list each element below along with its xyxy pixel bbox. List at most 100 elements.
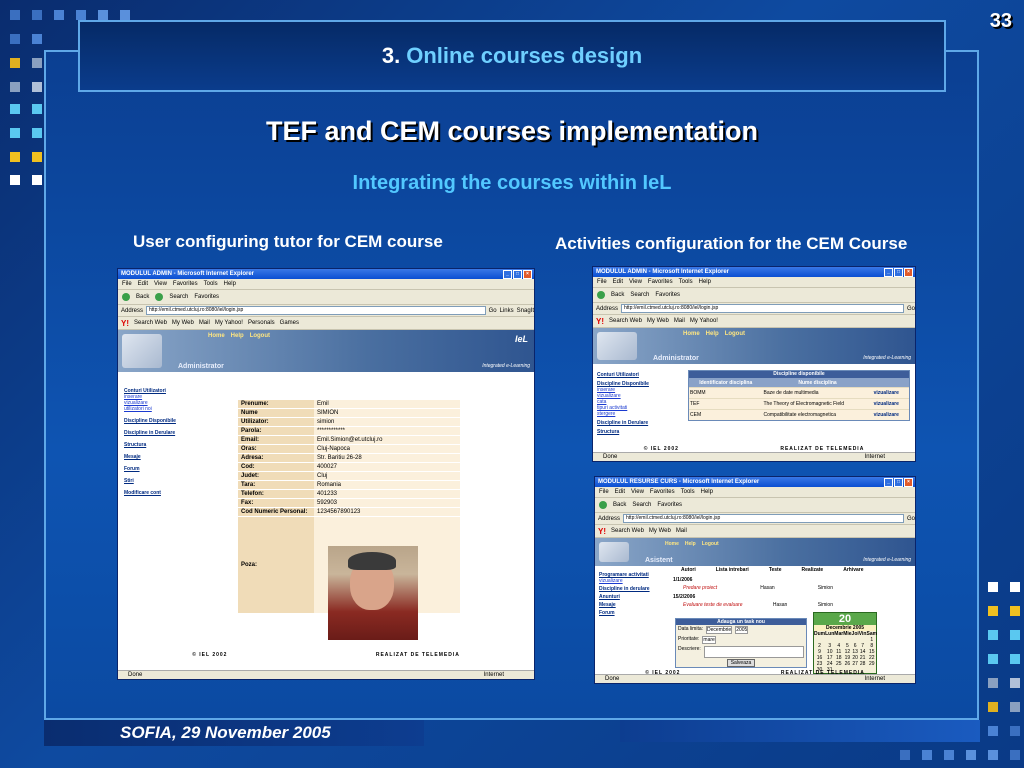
yahoo-icon[interactable]: Y! [596, 317, 604, 326]
yahoo-my-web[interactable]: My Web [649, 528, 671, 534]
activity-task[interactable]: Evaluare teste de evaluare [683, 602, 742, 608]
menu-view[interactable]: View [631, 489, 644, 495]
form-value[interactable]: Cluj-Napoca [314, 444, 460, 454]
address-input[interactable]: http://emil.ctmed.utcluj.ro:8080/iel/log… [621, 304, 904, 313]
sidebar-sub-vizualizare[interactable]: vizualizare [599, 578, 650, 584]
yahoo-my-yahoo[interactable]: My Yahoo! [690, 318, 718, 324]
menu-help[interactable]: Help [224, 281, 236, 287]
nav-help[interactable]: Help [706, 331, 719, 337]
menu-file[interactable]: File [599, 489, 609, 495]
menu-view[interactable]: View [629, 279, 642, 285]
form-value[interactable]: ************ [314, 426, 460, 436]
calendar-date[interactable]: 27 [852, 661, 859, 667]
menu-tools[interactable]: Tools [681, 489, 695, 495]
menu-favorites[interactable]: Favorites [650, 489, 675, 495]
calendar-date[interactable]: 28 [859, 661, 867, 667]
go-button[interactable]: Go [907, 306, 915, 312]
go-button[interactable]: Go [907, 516, 915, 522]
search-button[interactable]: Search [630, 292, 649, 298]
sidebar-item-discipline-disponibile[interactable]: Discipline Disponibile [124, 418, 176, 424]
priority-select[interactable]: mare [702, 636, 716, 644]
sidebar-item-mesaje[interactable]: Mesaje [124, 454, 176, 460]
sidebar-item-stiri[interactable]: Stiri [124, 478, 176, 484]
yahoo-my-yahoo[interactable]: My Yahoo! [215, 320, 243, 326]
sidebar-sub-utilizatori-noi[interactable]: utilizatori noi [124, 406, 176, 412]
minimize-button[interactable]: _ [884, 478, 893, 487]
sidebar-item-forum[interactable]: Forum [124, 466, 176, 472]
vizualizare-link[interactable]: vizualizare [872, 409, 909, 420]
yahoo-icon[interactable]: Y! [121, 319, 129, 328]
activity-task[interactable]: Predare proiect [683, 585, 717, 591]
nav-logout[interactable]: Logout [702, 541, 719, 547]
nav-logout[interactable]: Logout [250, 333, 270, 339]
address-input[interactable]: http://emil.ctmed.utcluj.ro:8080/iel/log… [146, 306, 486, 315]
nav-home[interactable]: Home [683, 331, 700, 337]
back-button[interactable]: Back [613, 502, 626, 508]
sidebar-item-anunturi[interactable]: Anunturi [599, 594, 650, 600]
yahoo-my-web[interactable]: My Web [172, 320, 194, 326]
maximize-button[interactable]: □ [513, 270, 522, 279]
nav-help[interactable]: Help [685, 541, 696, 547]
nav-home[interactable]: Home [665, 541, 679, 547]
go-button[interactable]: Go [489, 308, 497, 314]
menu-favorites[interactable]: Favorites [648, 279, 673, 285]
back-button[interactable]: Back [136, 294, 149, 300]
yahoo-personals[interactable]: Personals [248, 320, 275, 326]
sidebar-item-mesaje[interactable]: Mesaje [599, 602, 650, 608]
save-button[interactable]: Salveaza [726, 659, 756, 667]
form-value[interactable]: SIMION [314, 408, 460, 418]
menu-edit[interactable]: Edit [138, 281, 148, 287]
search-button[interactable]: Search [169, 294, 188, 300]
form-value[interactable]: Cluj [314, 471, 460, 481]
yahoo-search-web[interactable]: Search Web [611, 528, 644, 534]
sidebar-item-conturi[interactable]: Conturi Utilizatori [597, 372, 649, 378]
menu-view[interactable]: View [154, 281, 167, 287]
search-button[interactable]: Search [632, 502, 651, 508]
menu-tools[interactable]: Tools [679, 279, 693, 285]
yahoo-mail[interactable]: Mail [674, 318, 685, 324]
month-select[interactable]: Decembrie [706, 626, 733, 634]
menu-edit[interactable]: Edit [615, 489, 625, 495]
vizualizare-link[interactable]: vizualizare [872, 387, 909, 399]
minimize-button[interactable]: _ [884, 268, 893, 277]
menu-help[interactable]: Help [699, 279, 711, 285]
nav-help[interactable]: Help [231, 333, 244, 339]
menu-favorites[interactable]: Favorites [173, 281, 198, 287]
sidebar-sub[interactable]: stergere [597, 411, 649, 417]
sidebar-item-discipline-derulare[interactable]: Discipline in Derulare [124, 430, 176, 436]
form-value[interactable]: Str. Baritiu 26-28 [314, 453, 460, 463]
calendar-date[interactable]: 25 [834, 661, 843, 667]
snagit-button[interactable]: SnagIt [517, 308, 534, 314]
sidebar-item-discipline-derulare[interactable]: Discipline in derulare [599, 586, 650, 592]
calendar-date[interactable]: 26 [843, 661, 851, 667]
favorites-button[interactable]: Favorites [655, 292, 680, 298]
form-value[interactable]: 592903 [314, 498, 460, 508]
back-icon[interactable] [597, 291, 605, 299]
yahoo-search-web[interactable]: Search Web [134, 320, 167, 326]
links-label[interactable]: Links [500, 308, 514, 314]
sidebar-item-forum[interactable]: Forum [599, 610, 650, 616]
nav-home[interactable]: Home [208, 333, 225, 339]
yahoo-games[interactable]: Games [280, 320, 299, 326]
address-input[interactable]: http://emil.ctmed.utcluj.ro:8080/iel/log… [623, 514, 904, 523]
yahoo-icon[interactable]: Y! [598, 527, 606, 536]
menu-edit[interactable]: Edit [613, 279, 623, 285]
forward-icon[interactable] [155, 293, 164, 301]
form-value[interactable]: simion [314, 417, 460, 427]
back-icon[interactable] [599, 501, 607, 509]
calendar-date[interactable]: 29 [866, 661, 877, 667]
sidebar-item-discipline-derulare[interactable]: Discipline in Derulare [597, 420, 649, 426]
back-icon[interactable] [122, 293, 130, 301]
menu-help[interactable]: Help [701, 489, 713, 495]
menu-tools[interactable]: Tools [204, 281, 218, 287]
form-value[interactable]: 401233 [314, 489, 460, 499]
close-button[interactable]: × [904, 268, 913, 277]
yahoo-mail[interactable]: Mail [199, 320, 210, 326]
yahoo-mail[interactable]: Mail [676, 528, 687, 534]
form-value[interactable]: Emil [314, 400, 460, 409]
yahoo-my-web[interactable]: My Web [647, 318, 669, 324]
sidebar-item-structura[interactable]: Structura [124, 442, 176, 448]
maximize-button[interactable]: □ [894, 268, 903, 277]
nav-logout[interactable]: Logout [725, 331, 745, 337]
vizualizare-link[interactable]: vizualizare [872, 398, 909, 410]
